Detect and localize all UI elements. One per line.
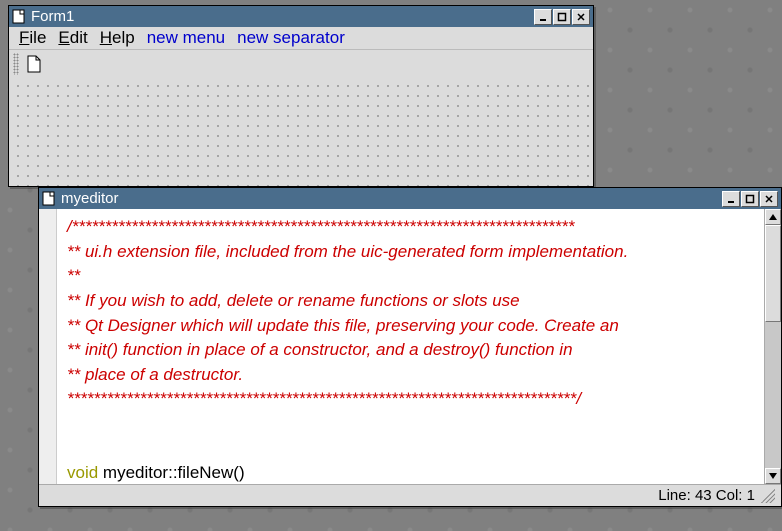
scroll-down-button[interactable] [765,468,781,484]
minimize-button[interactable] [722,191,740,207]
code-line: ** init() function in place of a constru… [67,340,573,359]
status-line-value: 43 [695,487,712,504]
menu-edit[interactable]: Edit [52,27,93,49]
menu-help[interactable]: Help [94,27,141,49]
editor-titlebar[interactable]: myeditor [39,188,781,209]
close-button[interactable] [572,9,590,25]
window-icon [42,191,56,206]
scroll-thumb[interactable] [765,225,781,322]
code-line: ** If you wish to add, delete or rename … [67,291,520,310]
code-line: ** ui.h extension file, included from th… [67,242,628,261]
form-canvas[interactable] [9,77,593,186]
resize-grip[interactable] [761,489,775,503]
code-line: ****************************************… [67,389,581,408]
code-line: ** [67,266,80,285]
design-grid [9,77,593,186]
form1-toolbar [9,49,593,77]
close-button[interactable] [760,191,778,207]
code-line: void myeditor::fileNew() [67,463,245,482]
editor-title: myeditor [61,190,721,207]
new-file-button[interactable] [23,53,45,75]
vertical-scrollbar[interactable] [764,209,781,484]
form1-menubar: File Edit Help new menu new separator [9,27,593,49]
menu-new-menu[interactable]: new menu [141,27,231,49]
code-editor-window: myeditor /******************************… [38,187,782,507]
toolbar-handle[interactable] [13,53,19,75]
line-gutter [39,209,57,484]
code-line: ** Qt Designer which will update this fi… [67,316,619,335]
code-line: /***************************************… [67,217,575,236]
editor-body: /***************************************… [39,209,781,484]
status-col-label: Col: [716,487,743,504]
status-line-label: Line: [658,487,691,504]
form1-title: Form1 [31,8,533,25]
status-col-value: 1 [747,487,755,504]
scroll-up-button[interactable] [765,209,781,225]
keyword: void [67,463,98,482]
maximize-button[interactable] [741,191,759,207]
form1-titlebar[interactable]: Form1 [9,6,593,27]
code-text-area[interactable]: /***************************************… [57,209,764,484]
form-designer-window: Form1 File Edit Help new menu new separa… [8,5,594,187]
maximize-button[interactable] [553,9,571,25]
scroll-track[interactable] [765,225,781,468]
editor-statusbar: Line: 43 Col: 1 [39,484,781,506]
window-icon [12,9,26,24]
minimize-button[interactable] [534,9,552,25]
menu-file[interactable]: File [13,27,52,49]
menu-new-separator[interactable]: new separator [231,27,351,49]
code-line: ** place of a destructor. [67,365,243,384]
